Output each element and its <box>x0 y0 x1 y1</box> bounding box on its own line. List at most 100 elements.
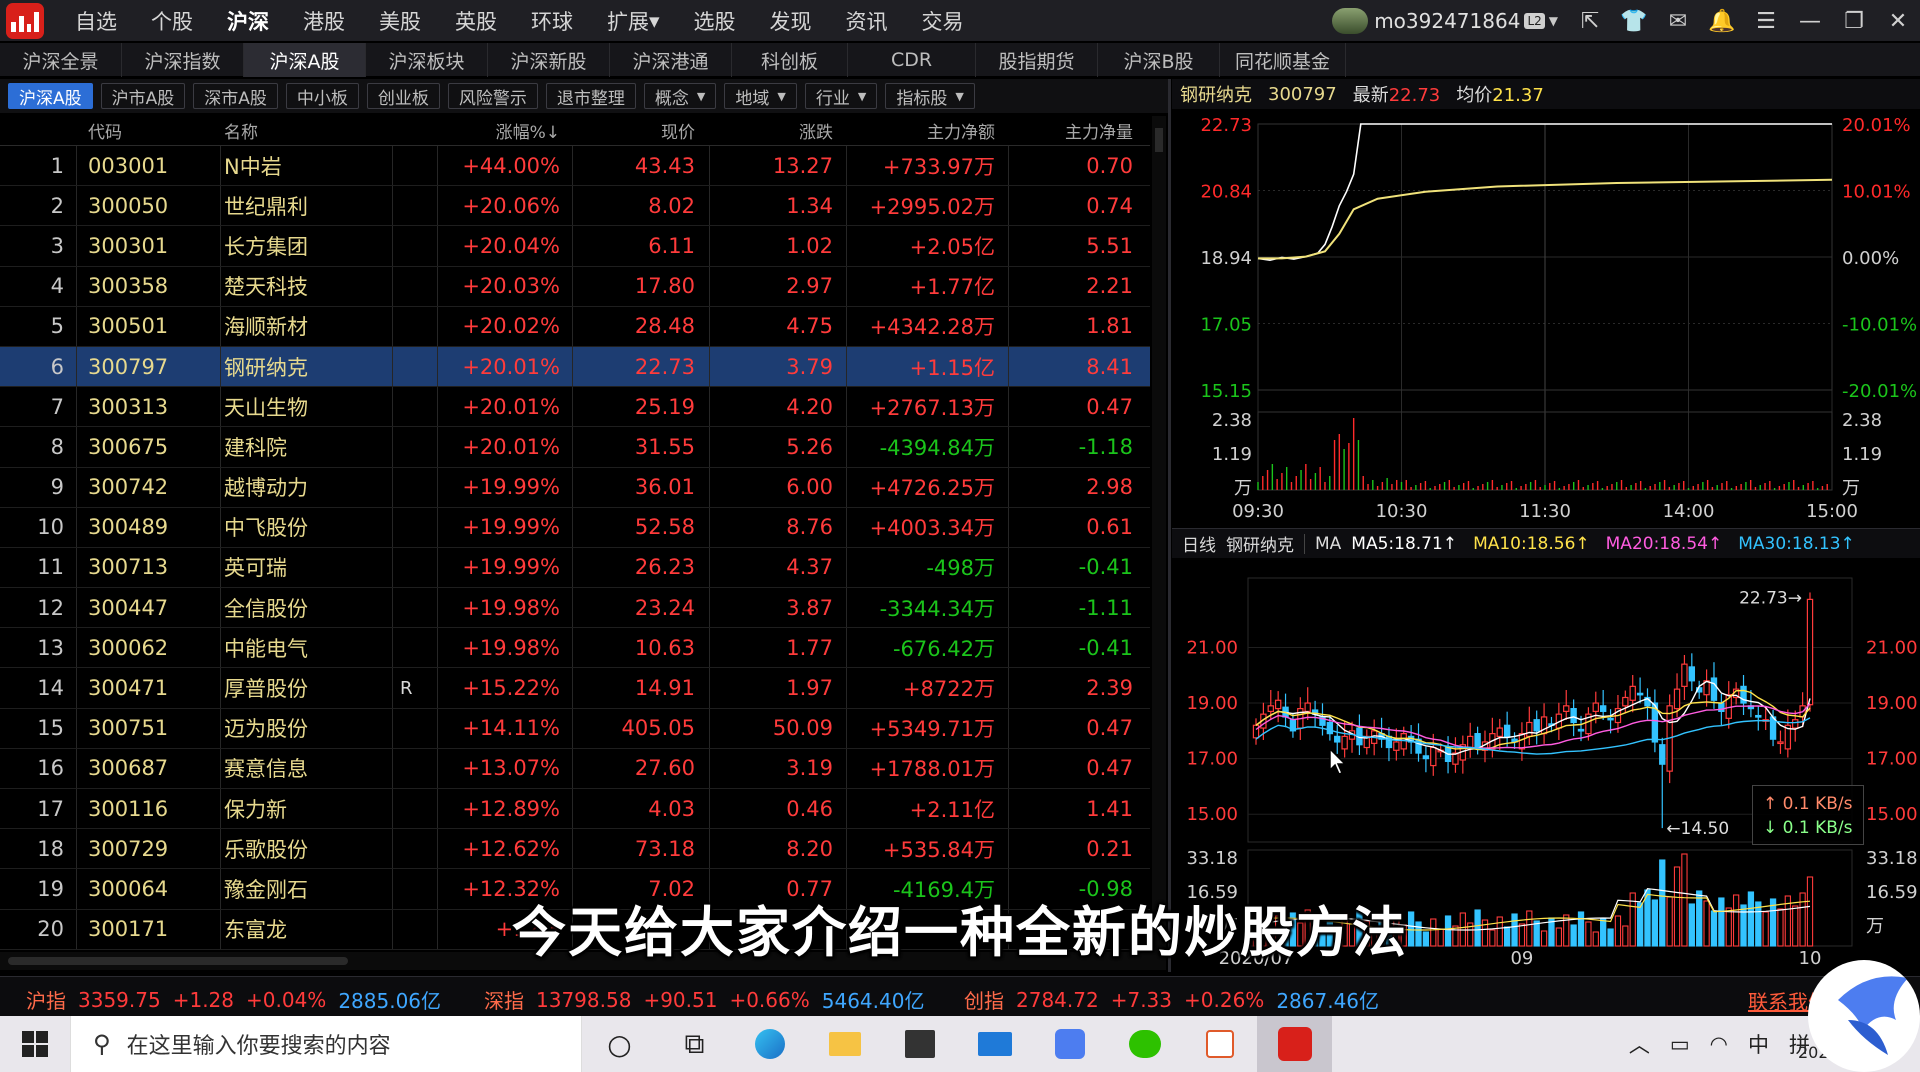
filter-8[interactable]: 地域 ▼ <box>724 83 797 109</box>
filter-10[interactable]: 指标股 ▼ <box>885 83 975 109</box>
subnav-tab-9[interactable]: 沪深B股 <box>1098 43 1220 77</box>
nav-item-2[interactable]: 沪深 <box>210 0 286 42</box>
filter-0[interactable]: 沪深A股 <box>8 83 93 109</box>
filter-9[interactable]: 行业 ▼ <box>804 83 878 109</box>
index-item-1[interactable]: 深指 13798.58 +90.51 +0.66% 5464.40亿 <box>484 985 924 1014</box>
ime-indicator[interactable]: 中 <box>1748 1029 1769 1059</box>
subnav-tab-7[interactable]: CDR <box>848 43 976 77</box>
avatar[interactable] <box>1332 8 1369 34</box>
edge-browser-icon[interactable] <box>732 1016 807 1072</box>
filter-6[interactable]: 退市整理 <box>545 83 636 109</box>
subnav-tab-10[interactable]: 同花顺基金 <box>1220 43 1346 77</box>
table-row[interactable]: 12 300447 全信股份 +19.98% 23.24 3.87 -3344.34万 -1.… <box>0 588 1150 629</box>
col-net-amount-header[interactable]: 主力净额 <box>848 116 995 145</box>
table-row[interactable]: 17 300116 保力新 +12.89% 4.03 0.46 +2.11亿 1.41 <box>0 789 1150 830</box>
filter-7[interactable]: 概念 ▼ <box>643 83 717 109</box>
nav-item-1[interactable]: 个股 <box>134 0 210 42</box>
column-divider <box>572 507 573 547</box>
nav-item-4[interactable]: 美股 <box>362 0 438 42</box>
chevron-down-icon[interactable]: ▾ <box>649 9 660 33</box>
table-row[interactable]: 14 300471 厚普股份 R +15.22% 14.91 1.97 +8722万 2.39 <box>0 668 1150 709</box>
subnav-tab-5[interactable]: 沪深港通 <box>610 43 732 77</box>
file-explorer-icon[interactable] <box>807 1016 882 1072</box>
close-icon[interactable]: ✕ <box>1876 0 1920 42</box>
table-row[interactable]: 6 300797 钢研纳克 +20.01% 22.73 3.79 +1.15亿 8.41 <box>0 346 1150 388</box>
subnav-tab-0[interactable]: 沪深全景 <box>0 43 122 77</box>
convert-icon[interactable]: ⇱ <box>1568 0 1612 42</box>
nav-item-3[interactable]: 港股 <box>286 0 362 42</box>
filter-1[interactable]: 沪市A股 <box>100 83 186 109</box>
battery-icon[interactable]: ▭ <box>1670 1032 1690 1056</box>
app-logo-icon[interactable] <box>6 3 44 39</box>
nav-item-8[interactable]: 选股 <box>677 0 753 42</box>
wifi-icon[interactable]: ◠ <box>1710 1032 1728 1056</box>
nav-item-5[interactable]: 英股 <box>438 0 514 42</box>
col-code-header[interactable]: 代码 <box>88 116 208 145</box>
feishu-icon[interactable] <box>1032 1016 1107 1072</box>
subnav-tab-6[interactable]: 科创板 <box>732 43 848 77</box>
bell-icon[interactable]: 🔔 <box>1700 0 1744 42</box>
column-divider <box>76 346 77 387</box>
filter-2[interactable]: 深市A股 <box>193 83 278 109</box>
mail-icon[interactable]: ✉ <box>1656 0 1700 42</box>
filter-5[interactable]: 风险警示 <box>447 83 538 109</box>
nav-item-10[interactable]: 资讯 <box>829 0 905 42</box>
col-net-volume-header[interactable]: 主力净量 <box>1010 116 1133 145</box>
filter-4[interactable]: 创业板 <box>366 83 440 109</box>
col-pct-header[interactable]: 涨幅%↓ <box>440 116 560 145</box>
intraday-chart[interactable]: 22.73 20.84 18.94 17.05 15.15 20.01% 10.01% 0.0… <box>1172 112 1920 526</box>
minimize-icon[interactable]: — <box>1788 0 1832 42</box>
shirt-icon[interactable]: 👕 <box>1612 0 1656 42</box>
col-change-header[interactable]: 涨跌 <box>710 116 833 145</box>
stock-name: 中能电气 <box>224 636 308 661</box>
index-item-0[interactable]: 沪指 3359.75 +1.28 +0.04% 2885.06亿 <box>26 985 441 1014</box>
tray-expand-icon[interactable]: ︿ <box>1629 1029 1650 1059</box>
table-row[interactable]: 2 300050 世纪鼎利 +20.06% 8.02 1.34 +2995.02万 0.74 <box>0 186 1150 227</box>
kline-period[interactable]: 日线 <box>1182 531 1216 556</box>
table-row[interactable]: 18 300729 乐歌股份 +12.62% 73.18 8.20 +535.84万 0.21 <box>0 829 1150 870</box>
username[interactable]: mo392471864 <box>1374 9 1520 33</box>
subnav-tab-4[interactable]: 沪深新股 <box>488 43 610 77</box>
table-row[interactable]: 10 300489 中飞股份 +19.99% 52.58 8.76 +4003.34万 0.6… <box>0 507 1150 548</box>
table-row[interactable]: 9 300742 越博动力 +19.99% 36.01 6.00 +4726.25万 2.98 <box>0 467 1150 508</box>
table-row[interactable]: 5 300501 海顺新材 +20.02% 28.48 4.75 +4342.28万 1.81 <box>0 306 1150 347</box>
chevron-down-icon[interactable]: ▼ <box>1549 14 1558 28</box>
subnav-tab-2[interactable]: 沪深A股 <box>244 43 366 77</box>
col-price-header[interactable]: 现价 <box>575 116 695 145</box>
nav-item-9[interactable]: 发现 <box>753 0 829 42</box>
filter-3[interactable]: 中小板 <box>285 83 359 109</box>
table-vertical-scrollbar[interactable] <box>1152 116 1166 952</box>
subnav-tab-8[interactable]: 股指期货 <box>976 43 1098 77</box>
table-row[interactable]: 11 300713 英可瑞 +19.99% 26.23 4.37 -498万 -0.41 <box>0 547 1150 589</box>
nav-item-11[interactable]: 交易 <box>905 0 981 42</box>
ma-label[interactable]: MA <box>1304 533 1341 554</box>
tonghuashun-app-icon[interactable] <box>1257 1016 1332 1072</box>
restore-icon[interactable]: ❐ <box>1832 0 1876 42</box>
table-row[interactable]: 1 003001 N中岩 +44.00% 43.43 13.27 +733.97万 0.70 <box>0 146 1150 187</box>
subnav-tab-3[interactable]: 沪深板块 <box>366 43 488 77</box>
task-view-icon[interactable]: ⧉ <box>657 1016 732 1072</box>
nav-item-6[interactable]: 环球 <box>514 0 590 42</box>
wechat-icon[interactable] <box>1107 1016 1182 1072</box>
table-row[interactable]: 13 300062 中能电气 +19.98% 10.63 1.77 -676.42万 -0.4… <box>0 628 1150 669</box>
col-name-header[interactable]: 名称 <box>224 116 384 145</box>
panel-divider[interactable] <box>1168 79 1171 972</box>
subnav-tab-1[interactable]: 沪深指数 <box>122 43 244 77</box>
table-row[interactable]: 3 300301 长方集团 +20.04% 6.11 1.02 +2.05亿 5.51 <box>0 226 1150 267</box>
table-row[interactable]: 16 300687 赛意信息 +13.07% 27.60 3.19 +1788.01万 0.4… <box>0 748 1150 789</box>
store-icon[interactable] <box>882 1016 957 1072</box>
table-row[interactable]: 15 300751 迈为股份 +14.11% 405.05 50.09 +5349.71万 0… <box>0 708 1150 749</box>
table-row[interactable]: 8 300675 建科院 +20.01% 31.55 5.26 -4394.84万 -1.18 <box>0 427 1150 468</box>
photo-app-icon[interactable] <box>1182 1016 1257 1072</box>
list-icon[interactable]: ☰ <box>1744 0 1788 42</box>
volume-bar <box>1570 924 1577 947</box>
nav-item-7[interactable]: 扩展 ▾ <box>590 0 677 42</box>
mail-app-icon[interactable] <box>957 1016 1032 1072</box>
windows-start-icon[interactable] <box>0 1016 70 1072</box>
nav-item-0[interactable]: 自选 <box>58 0 134 42</box>
taskbar-search-input[interactable]: ⚲ 在这里输入你要搜索的内容 <box>70 1016 582 1072</box>
cortana-icon[interactable]: ○ <box>582 1016 657 1072</box>
table-row[interactable]: 7 300313 天山生物 +20.01% 25.19 4.20 +2767.13万 0.47 <box>0 387 1150 428</box>
table-row[interactable]: 4 300358 楚天科技 +20.03% 17.80 2.97 +1.77亿 2.21 <box>0 266 1150 307</box>
index-item-2[interactable]: 创指 2784.72 +7.33 +0.26% 2867.46亿 <box>964 985 1379 1014</box>
